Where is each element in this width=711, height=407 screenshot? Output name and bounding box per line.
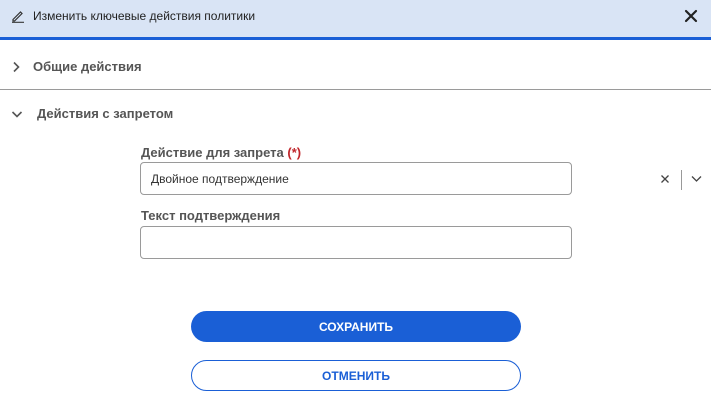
chevron-down-icon[interactable] bbox=[691, 175, 702, 183]
section-forbidden-label: Действия с запретом bbox=[37, 106, 174, 121]
chevron-down-icon bbox=[11, 111, 23, 118]
section-divider bbox=[0, 89, 711, 90]
section-general-actions[interactable]: Общие действия bbox=[0, 47, 711, 87]
action-label-text: Действие для запрета bbox=[141, 145, 284, 160]
confirm-text-input[interactable] bbox=[140, 226, 572, 259]
confirm-text-label: Текст подтверждения bbox=[141, 208, 281, 223]
edit-pencil-icon bbox=[12, 11, 24, 23]
action-field-label: Действие для запрета (*) bbox=[141, 145, 301, 160]
section-general-label: Общие действия bbox=[33, 59, 142, 74]
dialog-header: Изменить ключевые действия политики bbox=[0, 0, 711, 40]
save-button[interactable]: СОХРАНИТЬ bbox=[191, 311, 521, 342]
required-marker: (*) bbox=[287, 145, 302, 160]
dialog-title: Изменить ключевые действия политики bbox=[33, 9, 256, 23]
confirm-text-field-label: Текст подтверждения bbox=[141, 208, 280, 223]
clear-icon[interactable] bbox=[660, 174, 670, 184]
cancel-button[interactable]: ОТМЕНИТЬ bbox=[191, 360, 521, 391]
close-icon[interactable] bbox=[684, 9, 698, 23]
select-separator bbox=[681, 170, 682, 190]
chevron-right-icon bbox=[13, 61, 20, 73]
action-select-value: Двойное подтверждение bbox=[151, 172, 289, 186]
action-select[interactable]: Двойное подтверждение bbox=[140, 162, 702, 195]
section-forbidden-actions[interactable]: Действия с запретом bbox=[0, 95, 711, 135]
